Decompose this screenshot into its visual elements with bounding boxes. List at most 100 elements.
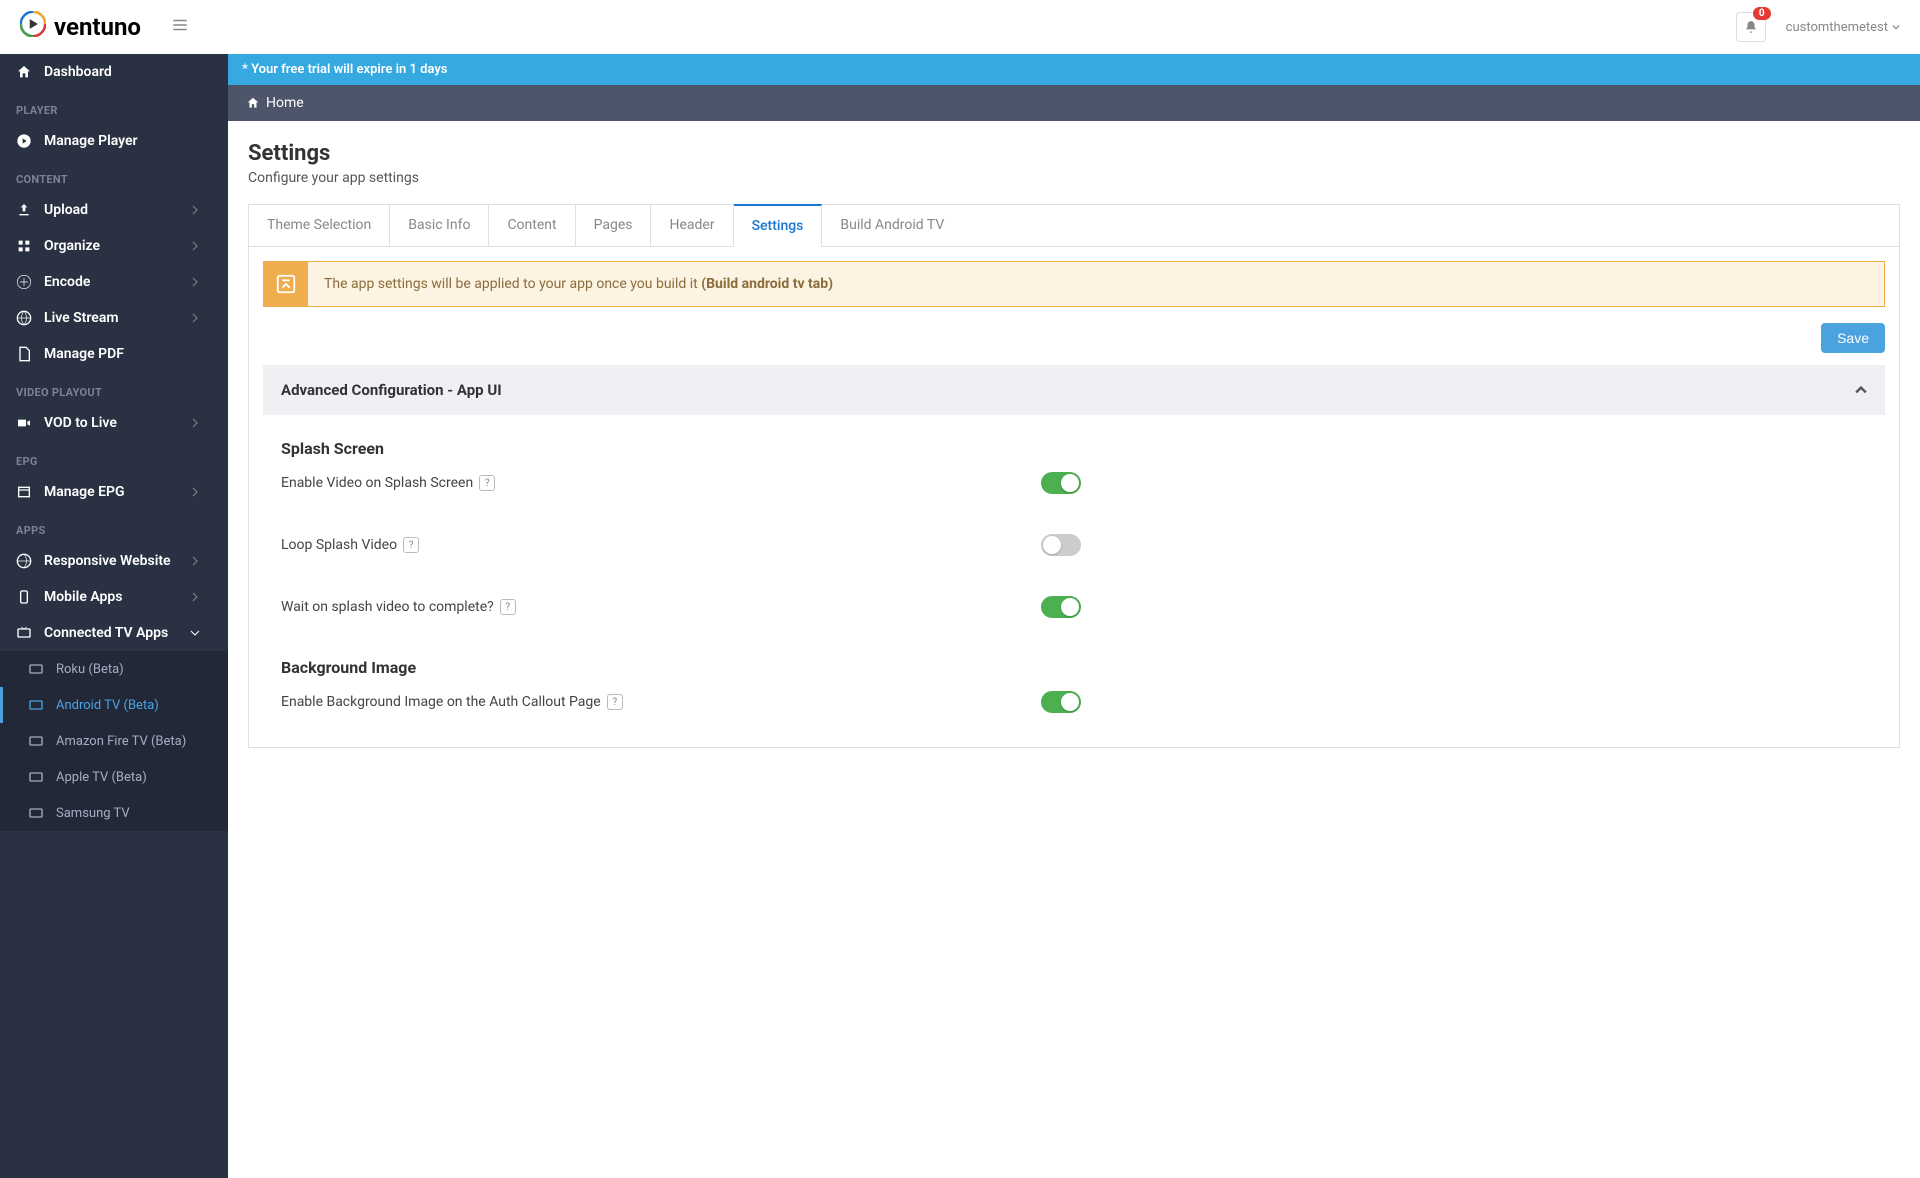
tabs: Theme Selection Basic Info Content Pages… [248, 204, 1900, 246]
bell-icon [1744, 20, 1758, 34]
chevron-right-icon [190, 313, 200, 323]
sidebar-section-content: CONTENT [0, 159, 228, 192]
sidebar-item-label: Dashboard [44, 64, 112, 80]
user-menu[interactable]: customthemetest [1786, 20, 1900, 35]
globe-icon [16, 553, 32, 569]
hamburger-icon[interactable] [171, 16, 189, 38]
sidebar-item-live-stream[interactable]: Live Stream [0, 300, 228, 336]
chevron-right-icon [190, 556, 200, 566]
sidebar-subitem-android-tv[interactable]: Android TV (Beta) [0, 687, 228, 723]
bg-section-title: Background Image [281, 658, 1867, 677]
sidebar-item-label: Mobile Apps [44, 589, 122, 605]
breadcrumb[interactable]: Home [228, 85, 1920, 121]
sidebar-item-upload[interactable]: Upload [0, 192, 228, 228]
accordion-header[interactable]: Advanced Configuration - App UI [263, 365, 1885, 415]
tab-pages[interactable]: Pages [576, 205, 652, 246]
config-row-splash-loop: Loop Splash Video ? [281, 534, 1081, 556]
sidebar-item-vod-to-live[interactable]: VOD to Live [0, 405, 228, 441]
sidebar-item-manage-epg[interactable]: Manage EPG [0, 474, 228, 510]
help-icon[interactable]: ? [479, 475, 495, 491]
page-subtitle: Configure your app settings [248, 170, 1900, 186]
alert-icon [264, 262, 308, 306]
sidebar-subitem-samsung-tv[interactable]: Samsung TV [0, 795, 228, 831]
pdf-icon [16, 346, 32, 362]
tab-content[interactable]: Content [489, 205, 575, 246]
play-icon [16, 133, 32, 149]
epg-icon [16, 484, 32, 500]
chevron-down-icon [1892, 23, 1900, 31]
sidebar-item-dashboard[interactable]: Dashboard [0, 54, 228, 90]
top-header: ventuno 0 customthemetest [0, 0, 1920, 54]
user-name: customthemetest [1786, 20, 1888, 35]
sidebar-item-label: Manage PDF [44, 346, 124, 362]
toggle-splash-loop[interactable] [1041, 534, 1081, 556]
sidebar-section-video-playout: VIDEO PLAYOUT [0, 372, 228, 405]
sidebar-subitem-roku[interactable]: Roku (Beta) [0, 651, 228, 687]
config-row-splash-enable: Enable Video on Splash Screen ? [281, 472, 1081, 494]
help-icon[interactable]: ? [607, 694, 623, 710]
chevron-right-icon [190, 592, 200, 602]
chevron-right-icon [190, 277, 200, 287]
notifications-button[interactable]: 0 [1736, 12, 1766, 42]
sidebar-item-label: Live Stream [44, 310, 119, 326]
tab-theme-selection[interactable]: Theme Selection [249, 205, 390, 246]
config-label: Enable Video on Splash Screen ? [281, 475, 495, 491]
brand-logo[interactable]: ventuno [20, 11, 141, 43]
toggle-splash-wait[interactable] [1041, 596, 1081, 618]
sidebar-item-label: Android TV (Beta) [56, 698, 159, 713]
tab-header[interactable]: Header [651, 205, 733, 246]
sidebar-item-mobile-apps[interactable]: Mobile Apps [0, 579, 228, 615]
tv-icon [16, 625, 32, 641]
sidebar-item-label: Manage EPG [44, 484, 125, 500]
tab-build-android-tv[interactable]: Build Android TV [822, 205, 962, 246]
sidebar-item-label: Responsive Website [44, 553, 171, 569]
trial-banner: * Your free trial will expire in 1 days [228, 54, 1920, 85]
breadcrumb-home: Home [266, 95, 304, 111]
sidebar-item-encode[interactable]: Encode [0, 264, 228, 300]
page-title: Settings [248, 141, 1900, 166]
tv-icon [28, 697, 44, 713]
organize-icon [16, 238, 32, 254]
tv-icon [28, 805, 44, 821]
info-alert: The app settings will be applied to your… [263, 261, 1885, 307]
sidebar-subitem-apple-tv[interactable]: Apple TV (Beta) [0, 759, 228, 795]
help-icon[interactable]: ? [500, 599, 516, 615]
config-row-bg-enable: Enable Background Image on the Auth Call… [281, 691, 1081, 713]
save-button[interactable]: Save [1821, 323, 1885, 353]
sidebar-item-label: Encode [44, 274, 90, 290]
tv-icon [28, 769, 44, 785]
upload-icon [16, 202, 32, 218]
sidebar-item-label: Amazon Fire TV (Beta) [56, 734, 186, 749]
sidebar-section-player: PLAYER [0, 90, 228, 123]
chevron-right-icon [190, 487, 200, 497]
tab-settings[interactable]: Settings [734, 204, 823, 246]
sidebar-subitem-amazon-fire-tv[interactable]: Amazon Fire TV (Beta) [0, 723, 228, 759]
tv-icon [28, 661, 44, 677]
mobile-icon [16, 589, 32, 605]
config-label: Enable Background Image on the Auth Call… [281, 694, 623, 710]
chevron-right-icon [190, 205, 200, 215]
sidebar-item-connected-tv-apps[interactable]: Connected TV Apps [0, 615, 228, 651]
toggle-bg-enable[interactable] [1041, 691, 1081, 713]
chevron-right-icon [190, 418, 200, 428]
sidebar-item-manage-pdf[interactable]: Manage PDF [0, 336, 228, 372]
camera-icon [16, 415, 32, 431]
tab-basic-info[interactable]: Basic Info [390, 205, 489, 246]
sidebar-item-label: VOD to Live [44, 415, 117, 431]
sidebar-item-organize[interactable]: Organize [0, 228, 228, 264]
config-label: Wait on splash video to complete? ? [281, 599, 516, 615]
sidebar-item-label: Connected TV Apps [44, 625, 168, 641]
toggle-splash-enable[interactable] [1041, 472, 1081, 494]
main-content: * Your free trial will expire in 1 days … [228, 0, 1920, 1178]
accordion-title: Advanced Configuration - App UI [281, 381, 502, 399]
logo-icon [20, 11, 46, 43]
tab-panel: The app settings will be applied to your… [248, 246, 1900, 748]
sidebar-item-label: Manage Player [44, 133, 138, 149]
sidebar-item-label: Roku (Beta) [56, 662, 124, 677]
globe-icon [16, 310, 32, 326]
config-label: Loop Splash Video ? [281, 537, 419, 553]
sidebar-item-manage-player[interactable]: Manage Player [0, 123, 228, 159]
sidebar-item-responsive-website[interactable]: Responsive Website [0, 543, 228, 579]
tools-icon [275, 273, 297, 295]
help-icon[interactable]: ? [403, 537, 419, 553]
